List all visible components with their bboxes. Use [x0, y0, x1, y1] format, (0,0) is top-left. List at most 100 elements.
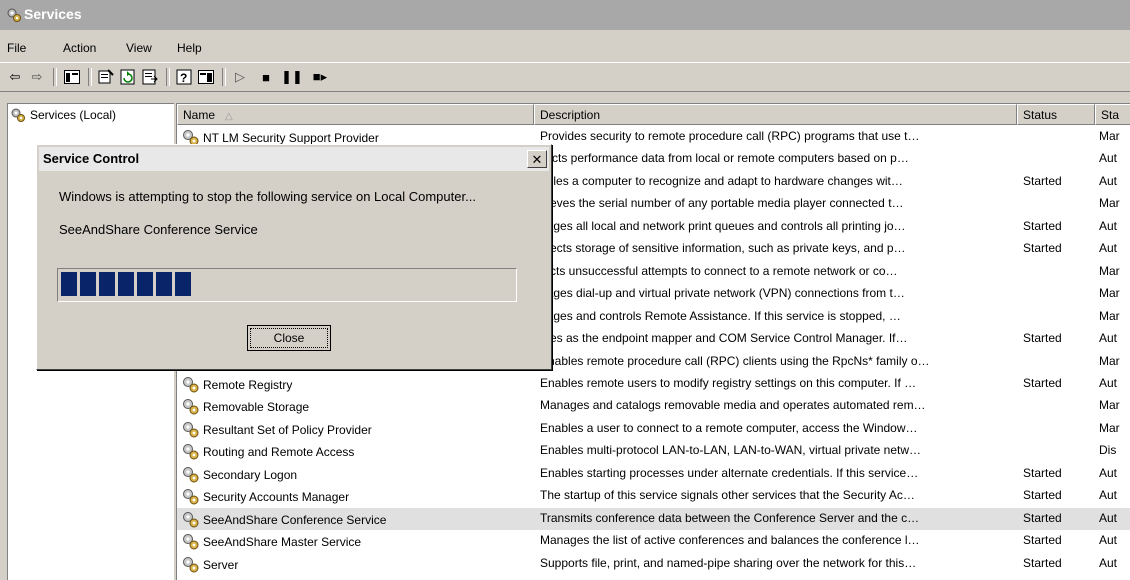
help-icon[interactable]: ?	[174, 68, 194, 86]
window-title-bar[interactable]: Services	[0, 0, 1130, 30]
progress-bar	[57, 268, 517, 302]
service-name: Secondary Logon	[203, 467, 298, 482]
play-icon[interactable]: ▷	[230, 68, 250, 86]
gears-icon	[183, 556, 199, 573]
gears-icon	[11, 108, 25, 122]
service-status: Started	[1023, 375, 1062, 390]
show-hide-tree-icon[interactable]	[62, 68, 82, 86]
progress-block	[156, 272, 172, 296]
service-name-cell: Removable Storage	[181, 398, 531, 416]
menu-view[interactable]: View	[126, 41, 152, 55]
stop-icon[interactable]: ■	[256, 68, 276, 86]
service-startup-type: Aut	[1099, 331, 1118, 346]
column-header-description[interactable]: Description	[534, 104, 1017, 125]
table-row[interactable]: Server Supports file, print, and named-pi…	[177, 553, 1130, 575]
service-name: NT LM Security Support Provider	[203, 131, 379, 145]
service-startup-type: Mar	[1099, 398, 1120, 413]
service-name-cell: SeeAndShare Conference Service	[181, 511, 531, 529]
table-row[interactable]: SeeAndShare Conference Service Transmits …	[177, 507, 1130, 530]
service-startup-type: Mar	[1099, 353, 1120, 368]
service-startup-type: Mar	[1099, 308, 1120, 323]
service-control-dialog: Service Control ✕ Windows is attempting …	[36, 144, 552, 370]
dialog-title-bar[interactable]: Service Control ✕	[39, 147, 549, 171]
service-description: nages and controls Remote Assistance. If…	[540, 308, 901, 323]
dialog-title: Service Control	[43, 151, 140, 166]
service-status: Started	[1023, 331, 1062, 346]
menu-help[interactable]: Help	[177, 41, 202, 55]
service-status: Started	[1023, 488, 1062, 503]
service-name-cell: Server	[181, 556, 531, 574]
service-description: nages dial-up and virtual private networ…	[540, 286, 905, 301]
service-description: ables a computer to recognize and adapt …	[540, 173, 903, 188]
show-hide-action-pane-icon[interactable]	[196, 68, 216, 86]
service-name-cell: Resultant Set of Policy Provider	[181, 421, 531, 439]
menu-bar: File Action View Help	[0, 37, 1130, 59]
back-arrow-icon[interactable]: ⇦	[5, 68, 25, 86]
service-startup-type: Aut	[1099, 533, 1118, 548]
service-description: Manages the list of active conferences a…	[540, 533, 920, 548]
pause-icon[interactable]: ❚❚	[281, 68, 303, 86]
service-name-cell: Secondary Logon	[181, 466, 531, 484]
window-title: Services	[24, 6, 82, 22]
gears-icon	[183, 376, 199, 393]
service-startup-type: Mar	[1099, 129, 1120, 143]
table-row[interactable]: Removable Storage Manages and catalogs re…	[177, 395, 1130, 417]
progress-block	[99, 272, 115, 296]
column-header-status[interactable]: Status	[1017, 104, 1095, 125]
table-row[interactable]: Remote Registry Enables remote users to m…	[177, 373, 1130, 395]
service-status: Started	[1023, 173, 1062, 188]
service-status: Started	[1023, 510, 1062, 525]
column-header-startup-type[interactable]: Sta	[1095, 104, 1130, 125]
column-header-name[interactable]: Name △	[177, 104, 534, 125]
export-list-icon[interactable]	[140, 68, 160, 86]
properties-icon[interactable]	[96, 68, 116, 86]
table-row[interactable]: Resultant Set of Policy Provider Enables …	[177, 418, 1130, 440]
gears-icon	[183, 421, 199, 438]
service-status: Started	[1023, 241, 1062, 256]
column-header-name-label: Name	[183, 108, 216, 122]
dialog-message: Windows is attempting to stop the follow…	[59, 189, 476, 204]
gears-icon	[183, 466, 199, 483]
restart-icon[interactable]: ■▸	[310, 68, 330, 86]
progress-block	[175, 272, 191, 296]
close-button[interactable]: Close	[247, 325, 331, 351]
progress-block	[61, 272, 77, 296]
svg-text:?: ?	[180, 71, 187, 85]
service-description: Supports file, print, and named-pipe sha…	[540, 555, 917, 570]
gears-icon	[183, 534, 199, 550]
forward-arrow-icon[interactable]: ⇨	[27, 68, 47, 86]
service-status: Started	[1023, 465, 1062, 480]
gears-icon	[183, 511, 199, 528]
menu-file[interactable]: File	[7, 41, 26, 55]
gears-icon	[183, 399, 199, 415]
menu-action[interactable]: Action	[63, 41, 96, 55]
service-name: Security Accounts Manager	[203, 490, 350, 505]
service-status: Started	[1023, 555, 1062, 570]
service-description: otects storage of sensitive information,…	[540, 241, 906, 256]
gears-icon	[7, 8, 21, 22]
service-startup-type: Mar	[1099, 263, 1120, 278]
tree-item-services-local[interactable]: Services (Local)	[10, 106, 116, 124]
table-row[interactable]: SeeAndShare Master Service Manages the li…	[177, 530, 1130, 552]
close-icon[interactable]: ✕	[527, 150, 547, 168]
service-startup-type: Aut	[1099, 375, 1118, 390]
service-description: Enables remote users to modify registry …	[540, 375, 917, 390]
column-header-description-label: Description	[540, 108, 601, 122]
column-header-status-label: Status	[1023, 108, 1058, 122]
progress-fill	[61, 272, 191, 296]
service-startup-type: Aut	[1099, 173, 1118, 188]
table-row[interactable]: Secondary Logon Enables starting processe…	[177, 463, 1130, 485]
service-description: tects unsuccessful attempts to connect t…	[540, 263, 898, 278]
table-row[interactable]: Security Accounts Manager The startup of …	[177, 485, 1130, 507]
service-description: rves as the endpoint mapper and COM Serv…	[540, 331, 908, 346]
service-startup-type: Aut	[1099, 241, 1118, 256]
service-description: trieves the serial number of any portabl…	[540, 196, 904, 211]
refresh-icon[interactable]	[118, 68, 138, 86]
service-description: Enables multi-protocol LAN-to-LAN, LAN-t…	[540, 443, 922, 458]
gears-icon	[183, 489, 199, 505]
close-button-text: Close	[273, 331, 305, 345]
service-startup-type: Aut	[1099, 465, 1118, 480]
service-status: Started	[1023, 533, 1062, 548]
table-row[interactable]: Routing and Remote Access Enables multi-p…	[177, 440, 1130, 462]
service-name: Server	[203, 557, 239, 572]
